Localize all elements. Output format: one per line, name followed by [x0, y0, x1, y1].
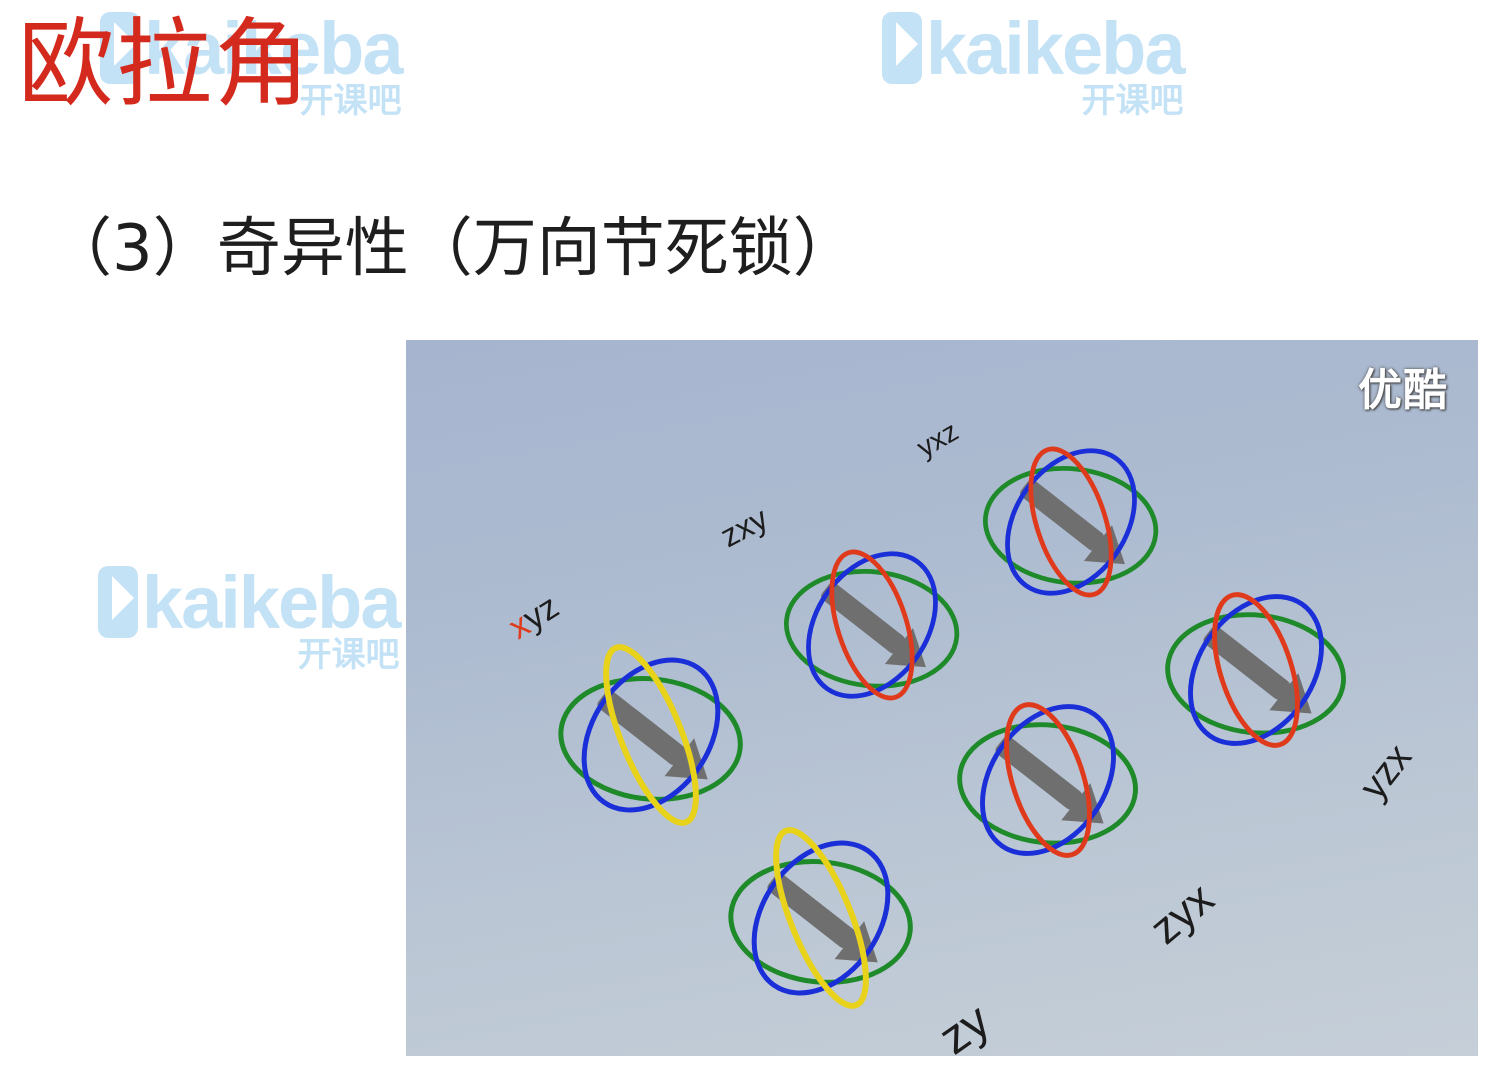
youku-logo: 优酷 [1358, 365, 1448, 416]
video-frame[interactable]: xyz zxy yxz yzx zyx zy 优酷 [406, 340, 1478, 1056]
section-subtitle: （3）奇异性（万向节死锁） [48, 212, 857, 286]
order-label-zyx: zyx [1141, 874, 1223, 954]
order-label-yxz: yxz [912, 415, 964, 463]
kaikeba-watermark-top-right: kaikeba 开课吧 [882, 12, 1186, 118]
watermark-brand: kaikeba [926, 7, 1186, 90]
gimbal-5 [1165, 592, 1346, 748]
gimbal-6 [957, 702, 1138, 858]
slide-title: 欧拉角 [18, 8, 312, 120]
gimbal-3 [783, 549, 960, 701]
order-label-xyz: xyz [502, 588, 565, 647]
gimbal-4 [982, 446, 1159, 598]
gimbal-2 [728, 827, 913, 1009]
order-label-zy: zy [930, 994, 1000, 1056]
kaikeba-watermark-middle-left: kaikeba 开课吧 [98, 566, 402, 672]
watermark-brand: kaikeba [142, 561, 402, 644]
order-label-yzx: yzx [1352, 737, 1420, 808]
gimbal-1 [558, 644, 743, 826]
order-label-zxy: zxy [714, 500, 773, 554]
gimbal-scene: xyz zxy yxz yzx zyx zy [502, 415, 1420, 1056]
